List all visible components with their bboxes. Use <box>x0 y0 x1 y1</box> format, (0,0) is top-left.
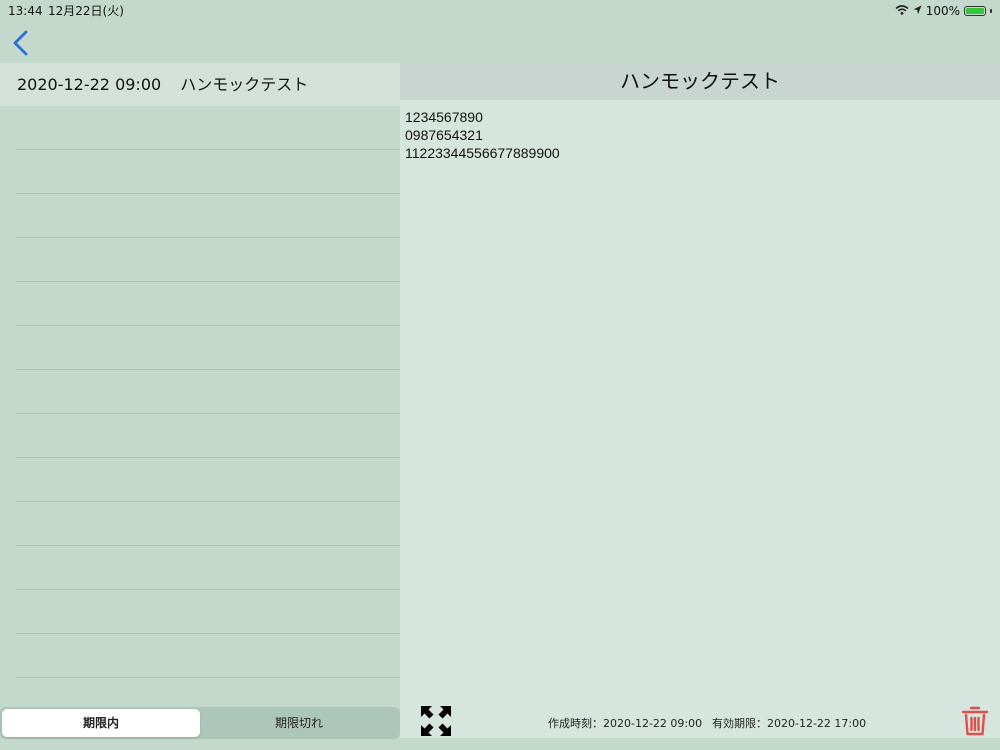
status-indicators: 100% <box>895 0 992 22</box>
list-row-empty <box>16 326 400 370</box>
battery-percent: 100% <box>925 4 960 18</box>
navigation-bar <box>0 22 1000 63</box>
back-button[interactable] <box>10 28 34 58</box>
segment-valid[interactable]: 期限内 <box>2 709 200 737</box>
list-item-selected[interactable]: 2020-12-22 09:00 ハンモックテスト <box>0 63 400 106</box>
list-row-empty <box>16 238 400 282</box>
created-label: 作成時刻： <box>548 717 603 730</box>
list-row-empty <box>16 458 400 502</box>
expiry-filter-segmented-control: 期限内 期限切れ <box>0 707 400 739</box>
battery-tip <box>990 9 992 13</box>
status-bar: 13:44 12月22日(火) 100% <box>0 0 1000 22</box>
note-list-pane: 2020-12-22 09:00 ハンモックテスト 期限内 期限切れ <box>0 63 400 750</box>
detail-title: ハンモックテスト <box>400 63 1000 100</box>
chevron-left-icon <box>13 30 28 56</box>
segment-expired[interactable]: 期限切れ <box>200 709 398 737</box>
location-arrow-icon <box>913 0 922 22</box>
detail-body-text: 1234567890 0987654321 112233445566778899… <box>405 109 560 161</box>
expiry-label: 有効期限： <box>712 717 767 730</box>
list-row-empty <box>16 282 400 326</box>
wifi-icon <box>895 0 909 22</box>
list-item-datetime: 2020-12-22 09:00 <box>17 75 162 94</box>
list-row-empty <box>16 194 400 238</box>
list-row-empty <box>16 370 400 414</box>
list-row-empty <box>16 502 400 546</box>
expiry-time: 有効期限：2020-12-22 17:00 <box>712 715 866 731</box>
list-row-empty <box>16 106 400 150</box>
list-row-empty <box>16 150 400 194</box>
expand-button[interactable] <box>420 705 452 737</box>
status-date: 12月22日(火) <box>48 4 124 18</box>
list-row-empty <box>16 634 400 678</box>
created-value: 2020-12-22 09:00 <box>603 717 703 730</box>
trash-icon <box>961 706 989 736</box>
status-time: 13:44 <box>8 4 43 18</box>
expiry-value: 2020-12-22 17:00 <box>767 717 867 730</box>
list-item-title: ハンモックテスト <box>180 75 309 94</box>
delete-button[interactable] <box>960 705 990 737</box>
list-row-empty <box>16 414 400 458</box>
expand-arrows-icon <box>421 706 451 736</box>
battery-icon <box>964 6 986 16</box>
note-detail-pane: ハンモックテスト 1234567890 0987654321 112233445… <box>400 63 1000 738</box>
list-row-empty <box>16 546 400 590</box>
created-time: 作成時刻：2020-12-22 09:00 <box>548 715 702 731</box>
list-row-empty <box>16 590 400 634</box>
empty-list-rows <box>16 106 400 678</box>
